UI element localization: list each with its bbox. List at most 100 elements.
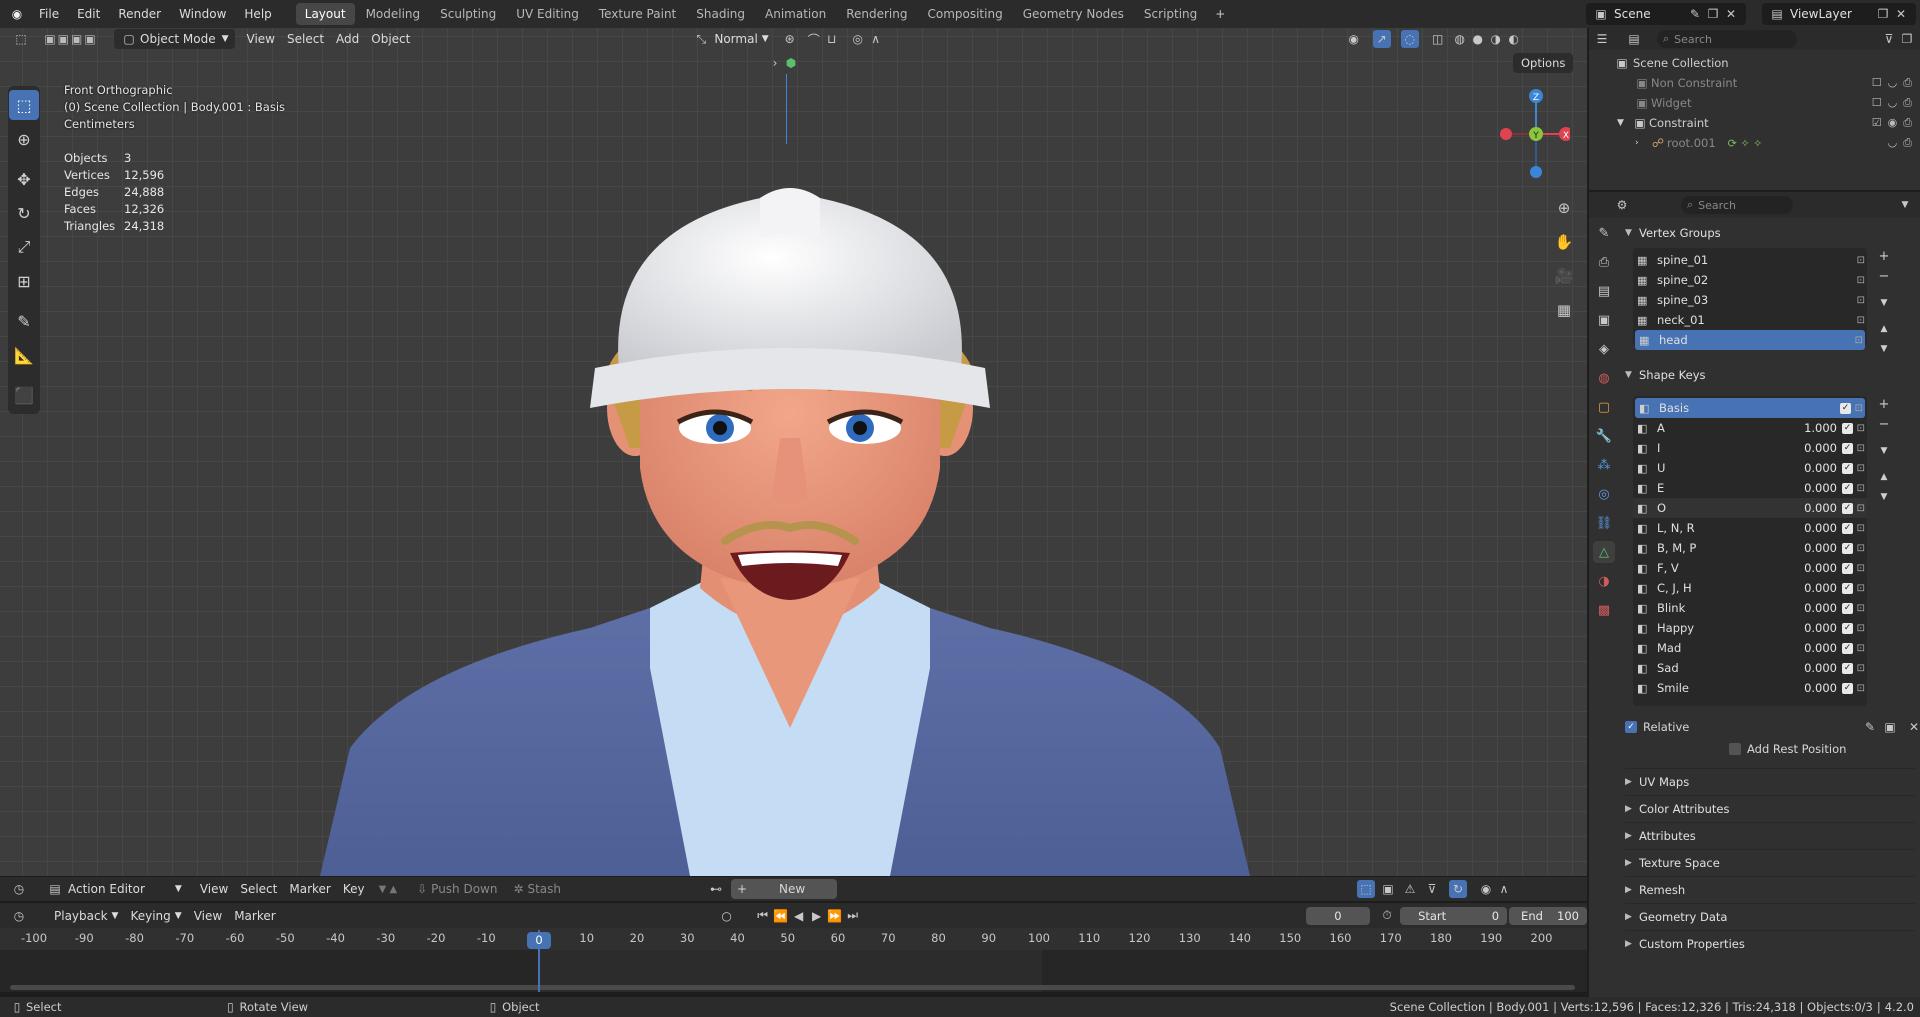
list-item[interactable]: ▦ spine_03 ⊡ (1633, 290, 1867, 310)
tab-sculpting[interactable]: Sculpting (431, 3, 505, 25)
perspective-grid-icon[interactable]: ▦ (1552, 298, 1576, 322)
checkbox-checked-icon[interactable]: ✓ (1842, 562, 1853, 574)
lock-icon[interactable]: ⊡ (1857, 563, 1865, 574)
shape-key-value[interactable]: 0.000 (1804, 441, 1837, 455)
lock-icon[interactable]: ⊡ (1857, 423, 1865, 434)
layer-arrows-icon[interactable]: ▼ ▲ (379, 884, 398, 895)
filter-icon[interactable]: ⊽ (1423, 880, 1441, 898)
new-action-button[interactable]: + New (731, 879, 838, 899)
transform-tool-icon[interactable]: ⊞ (9, 266, 39, 296)
shape-key-value[interactable]: 0.000 (1804, 581, 1837, 595)
checkbox-checked-icon[interactable]: ✓ (1842, 442, 1853, 454)
tab-compositing[interactable]: Compositing (918, 3, 1011, 25)
add-workspace-icon[interactable]: + (1211, 5, 1229, 23)
geometry-data-panel[interactable]: ▶ Geometry Data (1625, 903, 1915, 930)
menu-window[interactable]: Window (170, 0, 235, 28)
add-cube-tool-icon[interactable]: ⬛ (9, 380, 39, 410)
timeline-ruler[interactable]: -100 -90 -80 -70 -60 -50 -40 -30 -20 -10 10 20 30 40 5… (0, 928, 1587, 950)
snap-icon[interactable]: ⌒ (805, 30, 823, 48)
shape-keys-panel-header[interactable]: ▼ Shape Keys (1625, 364, 1915, 386)
texture-tab-icon[interactable]: ▩ (1593, 599, 1615, 621)
checkbox-checked-icon[interactable]: ✓ (1842, 682, 1853, 694)
prev-keyframe-icon[interactable]: ⏪ (772, 907, 790, 925)
list-item-selected[interactable]: ◧ Basis ✓ ⊡ (1635, 398, 1865, 418)
tab-shading[interactable]: Shading (687, 3, 754, 25)
tab-rendering[interactable]: Rendering (837, 3, 916, 25)
current-frame-field[interactable]: 0 (1305, 906, 1371, 925)
xray-icon[interactable]: ◫ (1429, 30, 1447, 48)
push-down-button[interactable]: ⇩ Push Down (407, 879, 503, 899)
particles-tab-icon[interactable]: ⁂ (1593, 454, 1615, 476)
color-attributes-panel[interactable]: ▶ Color Attributes (1625, 795, 1915, 822)
menu-file[interactable]: File (30, 0, 68, 28)
pin-icon[interactable]: ✎ (1686, 5, 1704, 23)
shape-key-value[interactable]: 0.000 (1804, 461, 1837, 475)
menu-edit[interactable]: Edit (68, 0, 109, 28)
editor-type-icon[interactable]: ◷ (10, 880, 28, 898)
list-item[interactable]: ◧ U 0.000 ✓ ⊡ (1633, 458, 1867, 478)
expand-arrow-icon[interactable]: › (1635, 138, 1649, 148)
display-mode-icon[interactable]: ▤ (1625, 30, 1643, 48)
menu-view[interactable]: View (194, 879, 234, 899)
menu-select[interactable]: Select (281, 29, 330, 49)
shape-key-value[interactable]: 0.000 (1804, 541, 1837, 555)
measure-tool-icon[interactable]: 📐 (9, 340, 39, 370)
lock-icon[interactable]: ⊡ (1857, 315, 1865, 326)
cursor-tool-icon[interactable]: ⊕ (9, 124, 39, 154)
vertex-groups-panel-header[interactable]: ▼ Vertex Groups (1625, 222, 1915, 244)
move-down-icon[interactable]: ▼ (1875, 340, 1893, 358)
list-item[interactable]: ◧ C, J, H 0.000 ✓ ⊡ (1633, 578, 1867, 598)
new-view-layer-icon[interactable]: ❐ (1874, 5, 1892, 23)
row-toggles[interactable]: ☐ ◡ ⎙ (1872, 96, 1912, 110)
solid-shading-icon[interactable]: ● (1469, 30, 1487, 48)
scene-tab-icon[interactable]: ◈ (1593, 338, 1615, 360)
end-frame-field[interactable]: End 100 (1509, 906, 1587, 925)
list-item[interactable]: ▦ spine_02 ⊡ (1633, 270, 1867, 290)
navigation-gizmo[interactable]: Z X Y (1490, 88, 1573, 198)
shape-key-value[interactable]: 0.000 (1804, 661, 1837, 675)
camera-view-icon[interactable]: 🎥 (1552, 264, 1576, 288)
outliner-row-scene-collection[interactable]: ▣ Scene Collection (1589, 53, 1920, 73)
physics-tab-icon[interactable]: ◎ (1593, 483, 1615, 505)
custom-properties-panel[interactable]: ▶ Custom Properties (1625, 930, 1915, 957)
show-hidden-icon[interactable]: ▣ (1379, 880, 1397, 898)
move-tool-icon[interactable]: ✥ (9, 164, 39, 194)
attributes-panel[interactable]: ▶ Attributes (1625, 822, 1915, 849)
delete-scene-icon[interactable]: ✕ (1722, 5, 1740, 23)
only-errors-icon[interactable]: ⚠ (1401, 880, 1419, 898)
zoom-icon[interactable]: ⊕ (1552, 196, 1576, 220)
action-mode-dropdown[interactable]: ▤ Action Editor ▼ (40, 879, 188, 899)
lock-icon[interactable]: ⊡ (1857, 295, 1865, 306)
list-item[interactable]: ◧ B, M, P 0.000 ✓ ⊡ (1633, 538, 1867, 558)
list-item[interactable]: ◧ I 0.000 ✓ ⊡ (1633, 438, 1867, 458)
rotate-tool-icon[interactable]: ↻ (9, 198, 39, 228)
new-scene-icon[interactable]: ❐ (1704, 5, 1722, 23)
remove-icon[interactable]: − (1875, 268, 1893, 286)
annotate-tool-icon[interactable]: ✎ (9, 306, 39, 336)
falloff-icon[interactable]: ∧ (1495, 880, 1513, 898)
action-browse-icon[interactable]: ⊷ (707, 880, 725, 898)
move-up-icon[interactable]: ▲ (1875, 320, 1893, 338)
menu-playback[interactable]: Playback ▼ (48, 906, 124, 926)
options-button[interactable]: Options (1513, 53, 1574, 73)
lock-icon[interactable]: ⊡ (1857, 523, 1865, 534)
menu-object[interactable]: Object (365, 29, 416, 49)
lock-icon[interactable]: ⊡ (1857, 583, 1865, 594)
rendered-shading-icon[interactable]: ◐ (1505, 30, 1523, 48)
shape-key-value[interactable]: 0.000 (1804, 501, 1837, 515)
shape-key-value[interactable]: 0.000 (1804, 521, 1837, 535)
new-collection-icon[interactable]: ❐ (1898, 30, 1916, 48)
material-shading-icon[interactable]: ◑ (1487, 30, 1505, 48)
uv-maps-panel[interactable]: ▶ UV Maps (1625, 768, 1915, 795)
shape-key-value[interactable]: 0.000 (1804, 621, 1837, 635)
tab-scripting[interactable]: Scripting (1135, 3, 1206, 25)
tab-modeling[interactable]: Modeling (357, 3, 430, 25)
eye-icon[interactable]: ◉ (1888, 116, 1898, 130)
relative-checkbox[interactable]: ✓ (1625, 721, 1637, 733)
row-toggles[interactable]: ☐ ◡ ⎙ (1872, 76, 1912, 90)
properties-editor-icon[interactable]: ⚙ (1613, 196, 1631, 214)
blender-logo-icon[interactable]: ◉ (8, 5, 26, 23)
tab-uv-editing[interactable]: UV Editing (507, 3, 588, 25)
checkbox-checked-icon[interactable]: ✓ (1842, 482, 1853, 494)
list-item[interactable]: ◧ Sad 0.000 ✓ ⊡ (1633, 658, 1867, 678)
